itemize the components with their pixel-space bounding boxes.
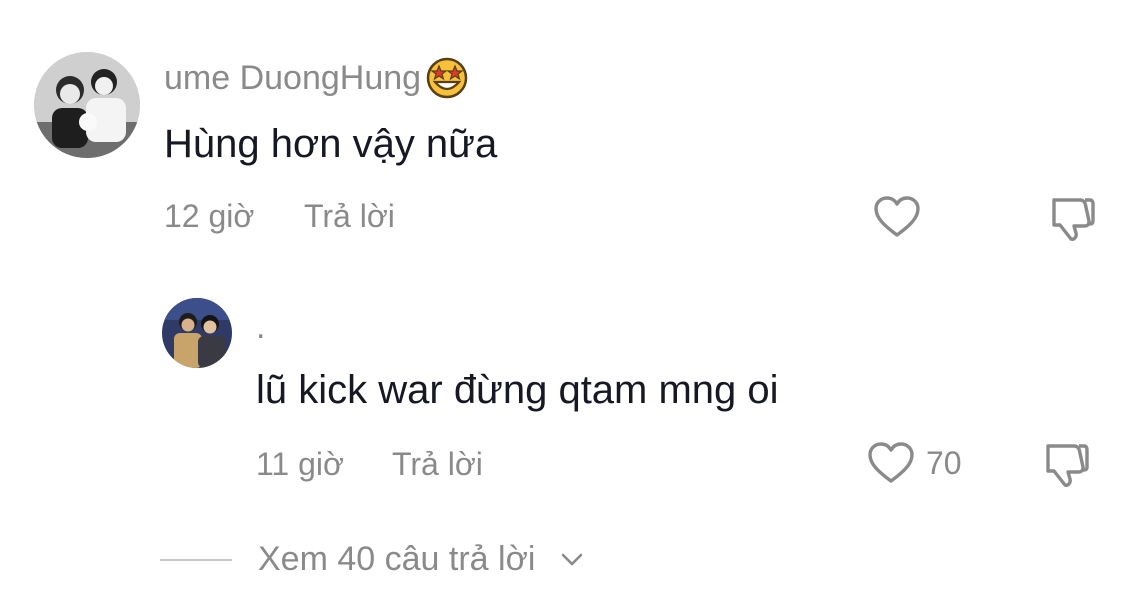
star-struck-emoji-icon	[425, 56, 469, 100]
reply-button[interactable]: Trả lời	[304, 198, 395, 235]
avatar[interactable]	[162, 298, 232, 368]
view-replies-label: Xem 40 câu trả lời	[258, 540, 536, 578]
username-text: .	[256, 308, 266, 346]
dislike-button[interactable]	[1046, 194, 1098, 242]
avatar-image	[34, 52, 140, 158]
avatar[interactable]	[34, 52, 140, 158]
heart-outline-icon	[874, 196, 920, 237]
comment-username[interactable]: .	[256, 308, 265, 347]
comment-text: Hùng hơn vậy nữa	[164, 122, 498, 166]
username-text: ume DuongHung	[164, 58, 422, 97]
comment-username[interactable]: ume DuongHung	[164, 56, 469, 100]
chevron-down-icon	[562, 553, 583, 565]
like-count: 70	[926, 444, 962, 481]
avatar-image	[162, 298, 232, 368]
comment-text: lũ kick war đừng qtam mng oi	[256, 368, 779, 412]
comment-thread: ume DuongHung Hùng hơn vậy nữa 12 giờ Tr…	[0, 0, 1141, 600]
view-replies-button[interactable]: Xem 40 câu trả lời	[160, 540, 583, 579]
like-button[interactable]: 70	[866, 440, 962, 486]
like-button[interactable]	[872, 194, 932, 240]
thumbs-down-outline-icon	[1052, 198, 1095, 241]
reply-button[interactable]: Trả lời	[392, 446, 483, 483]
dislike-button[interactable]	[1040, 440, 1092, 488]
heart-outline-icon	[868, 442, 914, 483]
comment-timestamp: 11 giờ	[256, 446, 344, 482]
thumbs-down-outline-icon	[1046, 444, 1089, 487]
divider-line	[160, 558, 232, 561]
comment-timestamp: 12 giờ	[164, 198, 255, 234]
